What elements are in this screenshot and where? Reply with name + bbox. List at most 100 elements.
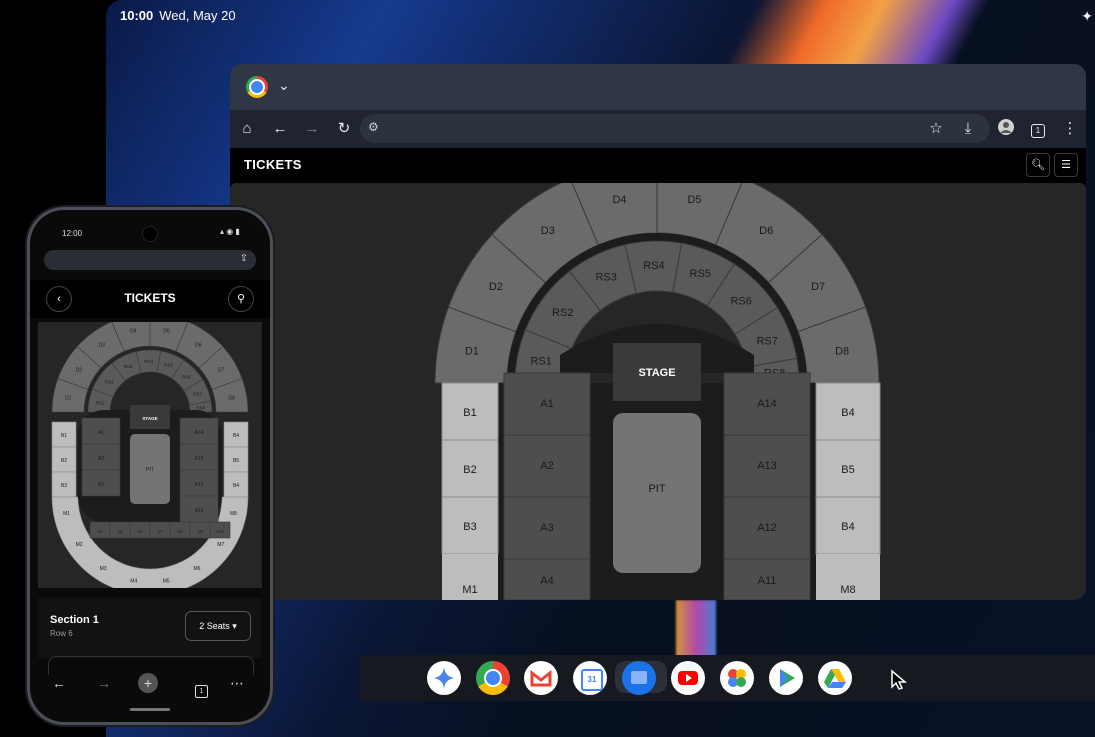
more-icon[interactable]: ⋮: [1059, 119, 1081, 139]
chrome-window: ⌄ ⌂ ← → ↻ ⚙ ☆ ⤓ 1 ⋮ TICKETS 🔍︎ ☰ D1 D2 D3 D…: [230, 64, 1086, 600]
phone-more-icon[interactable]: ⋯: [226, 675, 248, 692]
back-icon[interactable]: ←: [269, 119, 291, 139]
phone-address-bar[interactable]: ⇪: [44, 250, 256, 270]
chevron-down-icon[interactable]: ⌄: [278, 77, 290, 94]
mini-label-a3: A3: [98, 482, 104, 488]
mini-label-m6: M6: [193, 566, 200, 572]
section-label-rs3: RS3: [595, 271, 616, 283]
menu-button[interactable]: ☰: [1054, 153, 1078, 177]
files-icon[interactable]: [622, 661, 656, 695]
phone-device: 12:00 ▴ ◉ ▮ ⇪ ‹ TICKETS ⚲ D1 D2 D3 D4 D5 D6 D7…: [30, 210, 270, 722]
mini-label-a4: A4: [97, 529, 103, 534]
tab-count: 1: [1031, 124, 1045, 138]
front-camera: [143, 227, 157, 241]
drive-icon[interactable]: [818, 661, 852, 695]
mini-label-rs6: RS6: [182, 374, 191, 379]
wallpaper-glow-bottom: [676, 600, 716, 660]
seat-map-svg: D1D2D3D4D5D6D7D8RS1RS2RS3RS4RS5RS6RS7RS8…: [434, 183, 881, 600]
reload-icon[interactable]: ↻: [333, 119, 355, 139]
mini-label-d5: D5: [163, 329, 170, 335]
section-label-a11: A11: [758, 575, 777, 587]
play-store-icon[interactable]: [769, 661, 803, 695]
mini-stage-label: STAGE: [142, 416, 157, 421]
section-label-rs5: RS5: [690, 268, 711, 280]
mini-label-m3: M3: [100, 566, 107, 572]
mini-label-a13: A13: [195, 456, 204, 462]
star-icon[interactable]: ☆: [925, 119, 947, 139]
section-label-b2-left: B2: [463, 464, 476, 476]
gemini-icon[interactable]: [427, 661, 461, 695]
section-label-a1: A1: [540, 398, 553, 410]
phone-forward-icon[interactable]: →: [93, 675, 115, 691]
sparkle-icon[interactable]: ✦: [1081, 8, 1093, 25]
mini-label-d2: D2: [76, 367, 83, 373]
section-label-a12: A12: [757, 522, 777, 534]
section-label-rs6: RS6: [730, 295, 751, 307]
section-label-d7: D7: [811, 281, 825, 293]
youtube-icon[interactable]: [671, 661, 705, 695]
seats-label: 2 Seats: [199, 621, 230, 631]
mini-label-rs4: RS4: [144, 359, 153, 364]
section-label-d8: D8: [835, 345, 849, 357]
section-label-b1-left: B1: [463, 407, 476, 419]
section-label-rs4: RS4: [643, 260, 664, 272]
clock-time: 10:00: [120, 8, 154, 23]
gmail-icon[interactable]: [524, 661, 558, 695]
section-label-d6: D6: [759, 225, 773, 237]
section-label-b3-left: B3: [463, 521, 476, 533]
phone-search-button[interactable]: ⚲: [228, 286, 254, 312]
phone-back-icon[interactable]: ←: [48, 675, 70, 691]
section-label-b4-right: B4: [841, 521, 854, 533]
section-label-a4: A4: [540, 575, 553, 587]
profile-icon[interactable]: [995, 119, 1017, 141]
section-label-d4: D4: [612, 194, 626, 206]
phone-bottom-bar: ← → + 1 ⋯: [30, 665, 270, 705]
mini-label-m4: M4: [130, 578, 137, 584]
new-tab-icon[interactable]: +: [138, 673, 158, 693]
chrome-logo-icon[interactable]: [246, 76, 268, 98]
clock-date: Wed, May 20: [159, 8, 236, 23]
mini-label-a12: A12: [195, 482, 204, 488]
section-label-rs2: RS2: [552, 307, 573, 319]
mini-label-rs7: RS7: [193, 392, 202, 397]
selected-section: Section 1: [50, 614, 99, 626]
phone-seat-map: D1 D2 D3 D4 D5 D6 D7 D8 RS1 RS2 RS3 RS4 RS5 RS6 RS7 RS8…: [38, 313, 262, 596]
calendar-day: 31: [581, 669, 603, 691]
section-label-rs1: RS1: [530, 355, 551, 367]
section-label-d1: D1: [465, 345, 479, 357]
phone-time: 12:00: [62, 229, 83, 238]
download-icon[interactable]: ⤓: [957, 119, 979, 139]
tab-count-icon[interactable]: 1: [1027, 119, 1049, 139]
section-label-a13: A13: [757, 460, 777, 472]
window-titlebar: ⌄: [230, 64, 1086, 110]
mini-label-a10: A10: [216, 529, 225, 534]
shelf: G 31: [360, 655, 1095, 701]
chrome-app-icon[interactable]: [476, 661, 510, 695]
home-icon[interactable]: ⌂: [236, 119, 258, 139]
mini-label-a7: A7: [157, 529, 163, 534]
mini-label-a14: A14: [195, 430, 204, 436]
calendar-icon[interactable]: 31: [573, 661, 607, 695]
photos-icon[interactable]: [720, 661, 754, 695]
section-label-m1: M1: [462, 584, 477, 596]
signal-wifi-battery-icon: ▴ ◉ ▮: [220, 227, 240, 236]
forward-icon[interactable]: →: [301, 119, 323, 139]
share-icon[interactable]: ⇪: [240, 253, 248, 264]
mini-label-d8: D8: [229, 396, 236, 402]
seats-dropdown[interactable]: 2 Seats ▾: [185, 611, 251, 641]
mini-label-b4-right: B4: [233, 483, 239, 489]
mini-label-a1: A1: [98, 430, 104, 436]
mouse-cursor-icon: [890, 669, 910, 696]
section-label-b4-right: B4: [841, 407, 854, 419]
mini-label-d1: D1: [65, 396, 72, 402]
mini-label-d4: D4: [130, 329, 137, 335]
mini-label-b1: B1: [61, 433, 67, 439]
section-label-m8: M8: [840, 584, 855, 596]
section-label-a2: A2: [540, 460, 553, 472]
search-button[interactable]: 🔍︎: [1026, 153, 1050, 177]
address-bar[interactable]: ⚙: [360, 114, 990, 143]
status-clock[interactable]: 10:00 Wed, May 20: [120, 8, 236, 23]
section-label-rs7: RS7: [756, 336, 777, 348]
tune-icon[interactable]: ⚙: [368, 120, 379, 134]
phone-site-header: ‹ TICKETS ⚲: [30, 280, 270, 318]
